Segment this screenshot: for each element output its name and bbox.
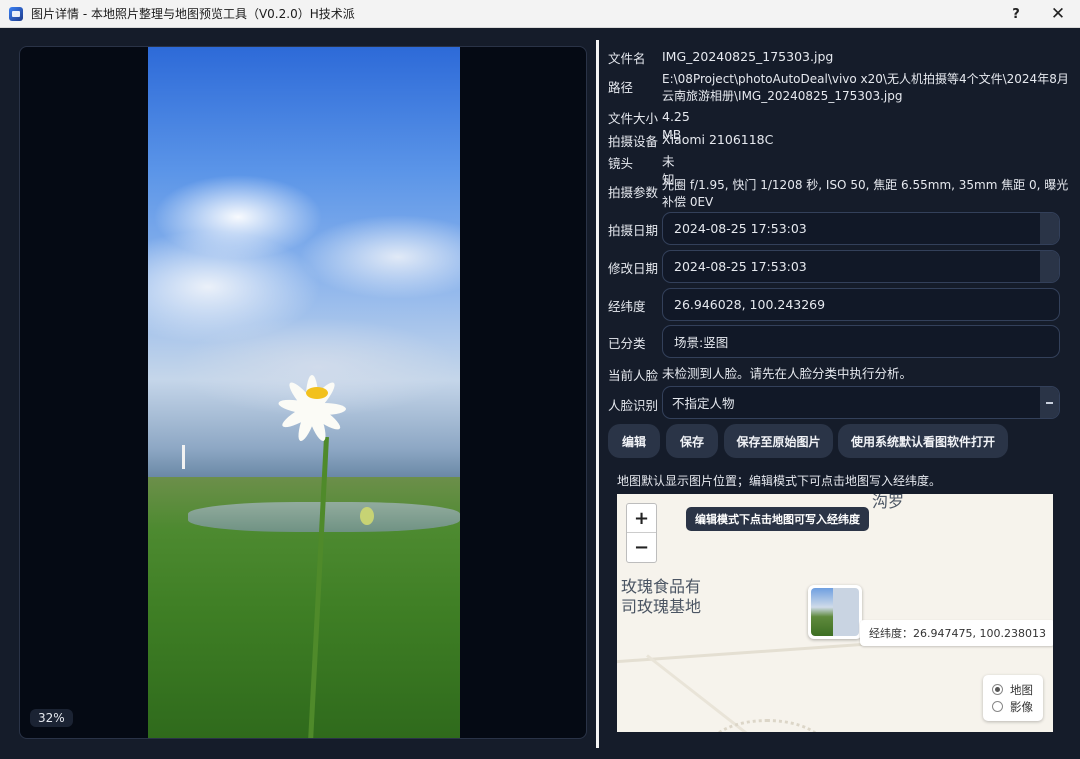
coordinate-popup: 经纬度：26.947475, 100.238013 <box>860 620 1053 646</box>
map-place-label: 沟罗 <box>872 494 905 511</box>
title-bar: 图片详情 - 本地照片整理与地图预览工具（V0.2.0）H技术派 ? ✕ <box>0 0 1080 28</box>
close-button[interactable]: ✕ <box>1038 0 1078 28</box>
filename-label: 文件名 <box>608 51 646 66</box>
path-value-line2: 云南旅游相册\IMG_20240825_175303.jpg <box>662 89 903 103</box>
map-road <box>707 719 827 732</box>
face-value: 未检测到人脸。请先在人脸分类中执行分析。 <box>662 366 913 381</box>
params-label: 拍摄参数 <box>608 185 659 200</box>
shot-date-value: 2024-08-25 17:53:03 <box>674 221 807 236</box>
face-label: 当前人脸 <box>608 368 659 383</box>
shot-date-field[interactable]: 2024-08-25 17:53:03 <box>662 212 1060 245</box>
face-id-value: 不指定人物 <box>672 396 735 411</box>
layer-option-map[interactable]: 地图 <box>992 681 1043 698</box>
device-value: Xiaomi 2106118C <box>662 132 774 147</box>
app-icon <box>9 6 23 21</box>
face-id-select[interactable]: 不指定人物 <box>662 386 1060 419</box>
zoom-out-button[interactable]: − <box>627 533 656 562</box>
map-layer-switcher: 地图 影像 <box>983 675 1043 721</box>
params-value-line1: 光圈 f/1.95, 快门 1/1208 秒, ISO 50, 焦距 6.55m… <box>662 178 1069 192</box>
photo-windmill <box>182 445 185 469</box>
path-label: 路径 <box>608 80 634 95</box>
filename-value: IMG_20240825_175303.jpg <box>662 49 834 64</box>
modified-date-label: 修改日期 <box>608 261 659 276</box>
marker-thumbnail <box>811 588 859 636</box>
radio-image[interactable] <box>992 701 1003 712</box>
face-id-dropdown-icon[interactable] <box>1040 387 1059 418</box>
map-view[interactable]: 沟罗 玫瑰食品有 司玫瑰基地 + − 编辑模式下点击地图可写入经纬度 经纬度：2… <box>617 494 1053 732</box>
zoom-in-button[interactable]: + <box>627 504 656 533</box>
category-label: 已分类 <box>608 336 646 351</box>
save-button[interactable]: 保存 <box>666 424 718 458</box>
latlng-value: 26.946028, 100.243269 <box>674 297 826 312</box>
map-note: 地图默认显示图片位置；编辑模式下可点击地图写入经纬度。 <box>617 474 942 488</box>
zoom-level-badge: 32% <box>30 709 73 727</box>
map-edit-tip: 编辑模式下点击地图可写入经纬度 <box>686 507 869 531</box>
window-title: 图片详情 - 本地照片整理与地图预览工具（V0.2.0）H技术派 <box>31 7 355 21</box>
modified-date-value: 2024-08-25 17:53:03 <box>674 259 807 274</box>
latlng-field[interactable]: 26.946028, 100.243269 <box>662 288 1060 321</box>
shot-date-label: 拍摄日期 <box>608 223 659 238</box>
open-default-viewer-button[interactable]: 使用系统默认看图软件打开 <box>838 424 1008 458</box>
category-value: 场景:竖图 <box>674 335 729 350</box>
device-label: 拍摄设备 <box>608 134 659 149</box>
radio-map[interactable] <box>992 684 1003 695</box>
category-field[interactable]: 场景:竖图 <box>662 325 1060 358</box>
save-to-original-button[interactable]: 保存至原始图片 <box>724 424 833 458</box>
path-value-line1: E:\08Project\photoAutoDeal\vivo x20\无人机拍… <box>662 72 1069 86</box>
help-button[interactable]: ? <box>996 0 1036 28</box>
photo-preview <box>148 47 460 738</box>
shot-date-spinner[interactable] <box>1040 213 1059 244</box>
photo-flower-bud <box>360 507 374 525</box>
photo-location-marker[interactable] <box>808 585 862 639</box>
lens-label: 镜头 <box>608 156 634 171</box>
panel-splitter[interactable] <box>596 40 599 748</box>
layer-map-label: 地图 <box>1010 682 1033 697</box>
photo-flower-center <box>306 387 328 399</box>
size-label: 文件大小 <box>608 111 659 126</box>
modified-date-spinner[interactable] <box>1040 251 1059 282</box>
layer-option-image[interactable]: 影像 <box>992 698 1043 715</box>
modified-date-field[interactable]: 2024-08-25 17:53:03 <box>662 250 1060 283</box>
edit-button[interactable]: 编辑 <box>608 424 660 458</box>
params-value-line2: 补偿 0EV <box>662 195 714 209</box>
map-poi-label: 司玫瑰基地 <box>621 597 702 616</box>
face-id-label: 人脸识别 <box>608 398 659 413</box>
map-zoom-control: + − <box>626 503 657 563</box>
latlng-label: 经纬度 <box>608 299 646 314</box>
layer-image-label: 影像 <box>1010 699 1033 714</box>
image-preview-panel[interactable]: 32% <box>19 46 587 739</box>
